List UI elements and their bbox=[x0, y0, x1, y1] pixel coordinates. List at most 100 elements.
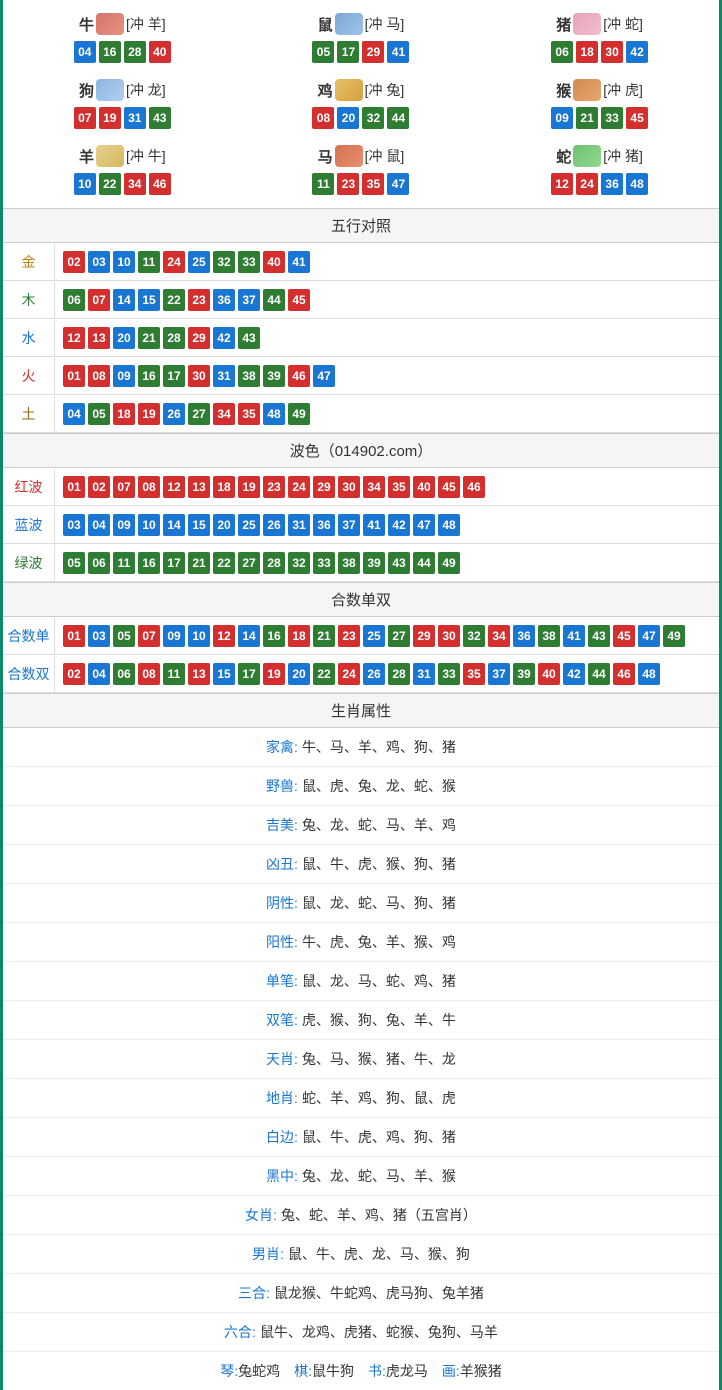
zodiac-conflict: [冲 羊] bbox=[126, 14, 166, 34]
number-badge: 04 bbox=[63, 403, 85, 425]
bose-header: 波色（014902.com） bbox=[3, 433, 719, 468]
number-badge: 31 bbox=[124, 107, 146, 129]
number-badge: 43 bbox=[388, 552, 410, 574]
number-badge: 08 bbox=[138, 663, 160, 685]
attr-label: 白边: bbox=[266, 1127, 298, 1147]
number-badge: 44 bbox=[413, 552, 435, 574]
number-badge: 06 bbox=[551, 41, 573, 63]
number-badge: 17 bbox=[337, 41, 359, 63]
attr-value: 鼠龙猴、牛蛇鸡、虎马狗、兔羊猪 bbox=[274, 1283, 484, 1303]
zodiac-numbers: 07193143 bbox=[3, 107, 242, 129]
number-badge: 23 bbox=[337, 173, 359, 195]
number-badge: 32 bbox=[288, 552, 310, 574]
number-badge: 29 bbox=[188, 327, 210, 349]
zodiac-conflict: [冲 马] bbox=[365, 14, 405, 34]
number-badge: 03 bbox=[88, 625, 110, 647]
number-badge: 49 bbox=[438, 552, 460, 574]
attr-value: 兔、龙、蛇、马、羊、鸡 bbox=[302, 815, 456, 835]
number-badge: 46 bbox=[288, 365, 310, 387]
zodiac-title: 牛[冲 羊] bbox=[3, 13, 242, 35]
attr-value: 鼠、牛、虎、鸡、狗、猪 bbox=[302, 1127, 456, 1147]
number-badge: 13 bbox=[188, 476, 210, 498]
row-content: 0108091617303138394647 bbox=[55, 359, 719, 393]
zodiac-icon bbox=[573, 145, 601, 167]
row-content: 06071415222336374445 bbox=[55, 283, 719, 317]
four-item: 棋:鼠牛狗 bbox=[294, 1361, 354, 1381]
number-badge: 37 bbox=[238, 289, 260, 311]
number-badge: 16 bbox=[138, 552, 160, 574]
number-badge: 34 bbox=[488, 625, 510, 647]
number-badge: 31 bbox=[413, 663, 435, 685]
row-content: 05061116172122272832333839434449 bbox=[55, 546, 719, 580]
zodiac-cell: 鸡[冲 兔]08203244 bbox=[242, 71, 481, 137]
number-badge: 10 bbox=[74, 173, 96, 195]
number-badge: 20 bbox=[337, 107, 359, 129]
attr-value: 牛、虎、兔、羊、猴、鸡 bbox=[302, 932, 456, 952]
number-badge: 10 bbox=[113, 251, 135, 273]
zodiac-cell: 鼠[冲 马]05172941 bbox=[242, 5, 481, 71]
zodiac-icon bbox=[96, 13, 124, 35]
attr-value: 鼠、龙、马、蛇、鸡、猪 bbox=[302, 971, 456, 991]
table-row: 金02031011242532334041 bbox=[3, 243, 719, 281]
number-badge: 11 bbox=[312, 173, 334, 195]
zodiac-cell: 狗[冲 龙]07193143 bbox=[3, 71, 242, 137]
number-badge: 30 bbox=[601, 41, 623, 63]
zodiac-name: 鸡 bbox=[318, 80, 333, 101]
number-badge: 01 bbox=[63, 365, 85, 387]
zodiac-icon bbox=[335, 145, 363, 167]
number-badge: 48 bbox=[438, 514, 460, 536]
number-badge: 28 bbox=[263, 552, 285, 574]
number-badge: 18 bbox=[288, 625, 310, 647]
zodiac-conflict: [冲 猪] bbox=[603, 146, 643, 166]
number-badge: 16 bbox=[263, 625, 285, 647]
number-badge: 06 bbox=[88, 552, 110, 574]
number-badge: 35 bbox=[362, 173, 384, 195]
number-badge: 14 bbox=[113, 289, 135, 311]
number-badge: 42 bbox=[563, 663, 585, 685]
four-item: 琴:兔蛇鸡 bbox=[220, 1361, 280, 1381]
attr-value: 兔、马、猴、猪、牛、龙 bbox=[302, 1049, 456, 1069]
number-badge: 34 bbox=[363, 476, 385, 498]
attr-row: 男肖: 鼠、牛、虎、龙、马、猴、狗 bbox=[3, 1235, 719, 1274]
four-label: 画: bbox=[442, 1361, 460, 1381]
number-badge: 25 bbox=[363, 625, 385, 647]
attr-value: 虎、猴、狗、兔、羊、牛 bbox=[302, 1010, 456, 1030]
row-label: 合数单 bbox=[3, 618, 55, 654]
number-badge: 27 bbox=[188, 403, 210, 425]
zodiac-name: 狗 bbox=[79, 80, 94, 101]
number-badge: 24 bbox=[288, 476, 310, 498]
zodiac-conflict: [冲 鼠] bbox=[365, 146, 405, 166]
number-badge: 12 bbox=[163, 476, 185, 498]
number-badge: 18 bbox=[113, 403, 135, 425]
number-badge: 45 bbox=[438, 476, 460, 498]
four-label: 琴: bbox=[220, 1361, 238, 1381]
wuxing-table: 金02031011242532334041木060714152223363744… bbox=[3, 243, 719, 433]
number-badge: 11 bbox=[163, 663, 185, 685]
row-label: 土 bbox=[3, 396, 55, 432]
attr-label: 家禽: bbox=[266, 737, 298, 757]
row-label: 绿波 bbox=[3, 545, 55, 581]
four-value: 羊猴猪 bbox=[460, 1361, 502, 1381]
number-badge: 47 bbox=[413, 514, 435, 536]
number-badge: 10 bbox=[188, 625, 210, 647]
number-badge: 46 bbox=[149, 173, 171, 195]
number-badge: 34 bbox=[124, 173, 146, 195]
number-badge: 08 bbox=[312, 107, 334, 129]
row-content: 0103050709101214161821232527293032343638… bbox=[55, 619, 719, 653]
zodiac-conflict: [冲 虎] bbox=[603, 80, 643, 100]
zodiac-icon bbox=[335, 13, 363, 35]
number-badge: 21 bbox=[313, 625, 335, 647]
row-label: 金 bbox=[3, 244, 55, 280]
number-badge: 19 bbox=[138, 403, 160, 425]
number-badge: 36 bbox=[313, 514, 335, 536]
number-badge: 16 bbox=[138, 365, 160, 387]
table-row: 蓝波03040910141520252631363741424748 bbox=[3, 506, 719, 544]
number-badge: 05 bbox=[88, 403, 110, 425]
number-badge: 08 bbox=[138, 476, 160, 498]
zodiac-numbers: 06183042 bbox=[480, 41, 719, 63]
attr-value: 鼠牛、龙鸡、虎猪、蛇猴、兔狗、马羊 bbox=[260, 1322, 498, 1342]
attr-label: 六合: bbox=[224, 1322, 256, 1342]
four-value: 鼠牛狗 bbox=[312, 1361, 354, 1381]
number-badge: 11 bbox=[138, 251, 160, 273]
four-label: 棋: bbox=[294, 1361, 312, 1381]
